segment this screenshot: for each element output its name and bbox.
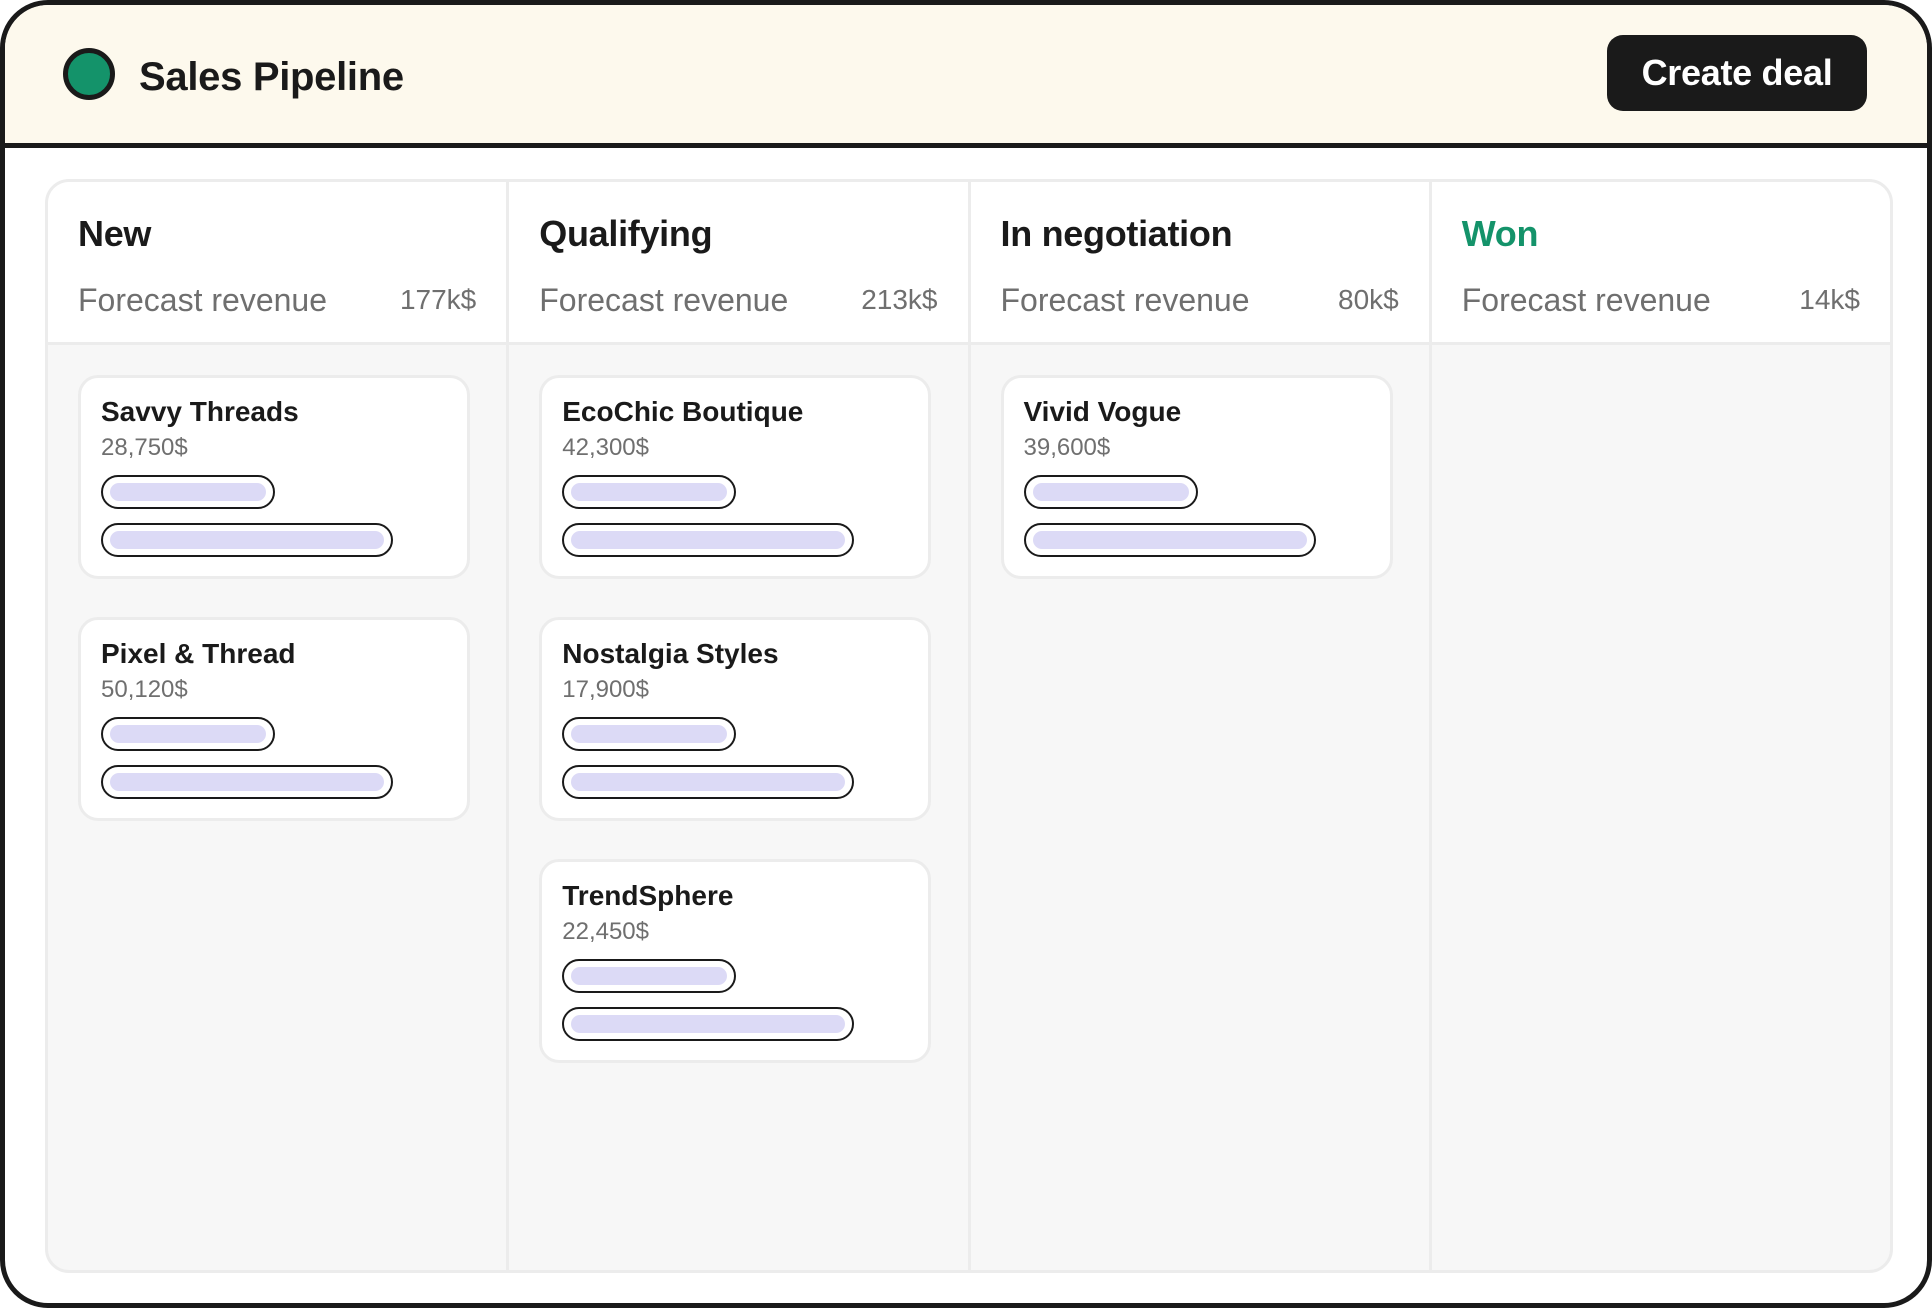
deal-amount: 39,600$	[1023, 434, 1111, 461]
placeholder-tag	[562, 765, 855, 799]
forecast-label: Forecast revenue	[539, 282, 789, 318]
deal-amount: 42,300$	[562, 434, 650, 461]
top-bar: Sales Pipeline Create deal	[5, 5, 1927, 148]
placeholder-tag	[562, 717, 737, 751]
column-new: New Forecast revenue 177k$ Savvy Threads…	[48, 182, 510, 1270]
placeholder-tag	[562, 959, 737, 993]
deal-amount: 28,750$	[101, 434, 188, 461]
deal-name: Pixel & Thread	[101, 638, 296, 669]
deal-card[interactable]: Savvy Threads 28,750$	[78, 375, 470, 579]
deal-card[interactable]: TrendSphere 22,450$	[539, 859, 932, 1063]
placeholder-tag	[562, 475, 737, 509]
forecast-label: Forecast revenue	[1461, 282, 1711, 318]
placeholder-tag	[101, 717, 275, 751]
card-list	[1432, 345, 1890, 375]
forecast-label: Forecast revenue	[78, 282, 328, 318]
placeholder-tag	[1023, 523, 1316, 557]
card-list: Savvy Threads 28,750$ Pixel & Thread 50,…	[48, 345, 506, 821]
deal-amount: 22,450$	[562, 918, 650, 945]
placeholder-tag	[101, 523, 393, 557]
deal-card[interactable]: Pixel & Thread 50,120$	[78, 617, 470, 821]
placeholder-tag	[562, 1007, 855, 1041]
placeholder-tag	[101, 765, 393, 799]
status-dot-icon	[63, 48, 115, 100]
deal-name: Nostalgia Styles	[562, 638, 779, 669]
column-header: Qualifying Forecast revenue 213k$	[509, 182, 968, 345]
deal-name: EcoChic Boutique	[562, 396, 804, 427]
placeholder-tag	[562, 523, 855, 557]
column-header: In negotiation Forecast revenue 80k$	[970, 182, 1429, 345]
forecast-value: 80k$	[1338, 284, 1399, 315]
pipeline-board: New Forecast revenue 177k$ Savvy Threads…	[45, 179, 1893, 1273]
column-title: In negotiation	[1000, 213, 1233, 254]
create-deal-button[interactable]: Create deal	[1607, 35, 1867, 111]
deal-name: Savvy Threads	[101, 396, 299, 427]
column-in-negotiation: In negotiation Forecast revenue 80k$ Viv…	[970, 182, 1432, 1270]
app-title: Sales Pipeline	[139, 55, 404, 99]
card-list: EcoChic Boutique 42,300$ Nostalgia Style…	[509, 345, 967, 1063]
deal-card[interactable]: Nostalgia Styles 17,900$	[539, 617, 932, 821]
deal-name: TrendSphere	[562, 880, 734, 911]
deal-amount: 17,900$	[562, 676, 650, 703]
deal-amount: 50,120$	[101, 676, 188, 703]
forecast-value: 177k$	[399, 284, 477, 315]
placeholder-tag	[101, 475, 275, 509]
app-window: Sales Pipeline Create deal New Forecast …	[0, 0, 1932, 1308]
column-title: Won	[1461, 213, 1539, 254]
card-list: Vivid Vogue 39,600$	[971, 345, 1429, 579]
forecast-label: Forecast revenue	[1000, 282, 1250, 318]
placeholder-tag	[1023, 475, 1198, 509]
deal-card[interactable]: Vivid Vogue 39,600$	[1000, 375, 1393, 579]
column-header: Won Forecast revenue 14k$	[1431, 182, 1890, 345]
deal-card[interactable]: EcoChic Boutique 42,300$	[539, 375, 932, 579]
column-won: Won Forecast revenue 14k$	[1431, 182, 1890, 1270]
column-title: Qualifying	[539, 213, 713, 254]
forecast-value: 213k$	[861, 284, 938, 315]
deal-name: Vivid Vogue	[1023, 396, 1182, 427]
column-qualifying: Qualifying Forecast revenue 213k$ EcoChi…	[509, 182, 971, 1270]
forecast-value: 14k$	[1799, 284, 1860, 315]
column-header: New Forecast revenue 177k$	[48, 182, 507, 345]
column-title: New	[78, 213, 152, 254]
